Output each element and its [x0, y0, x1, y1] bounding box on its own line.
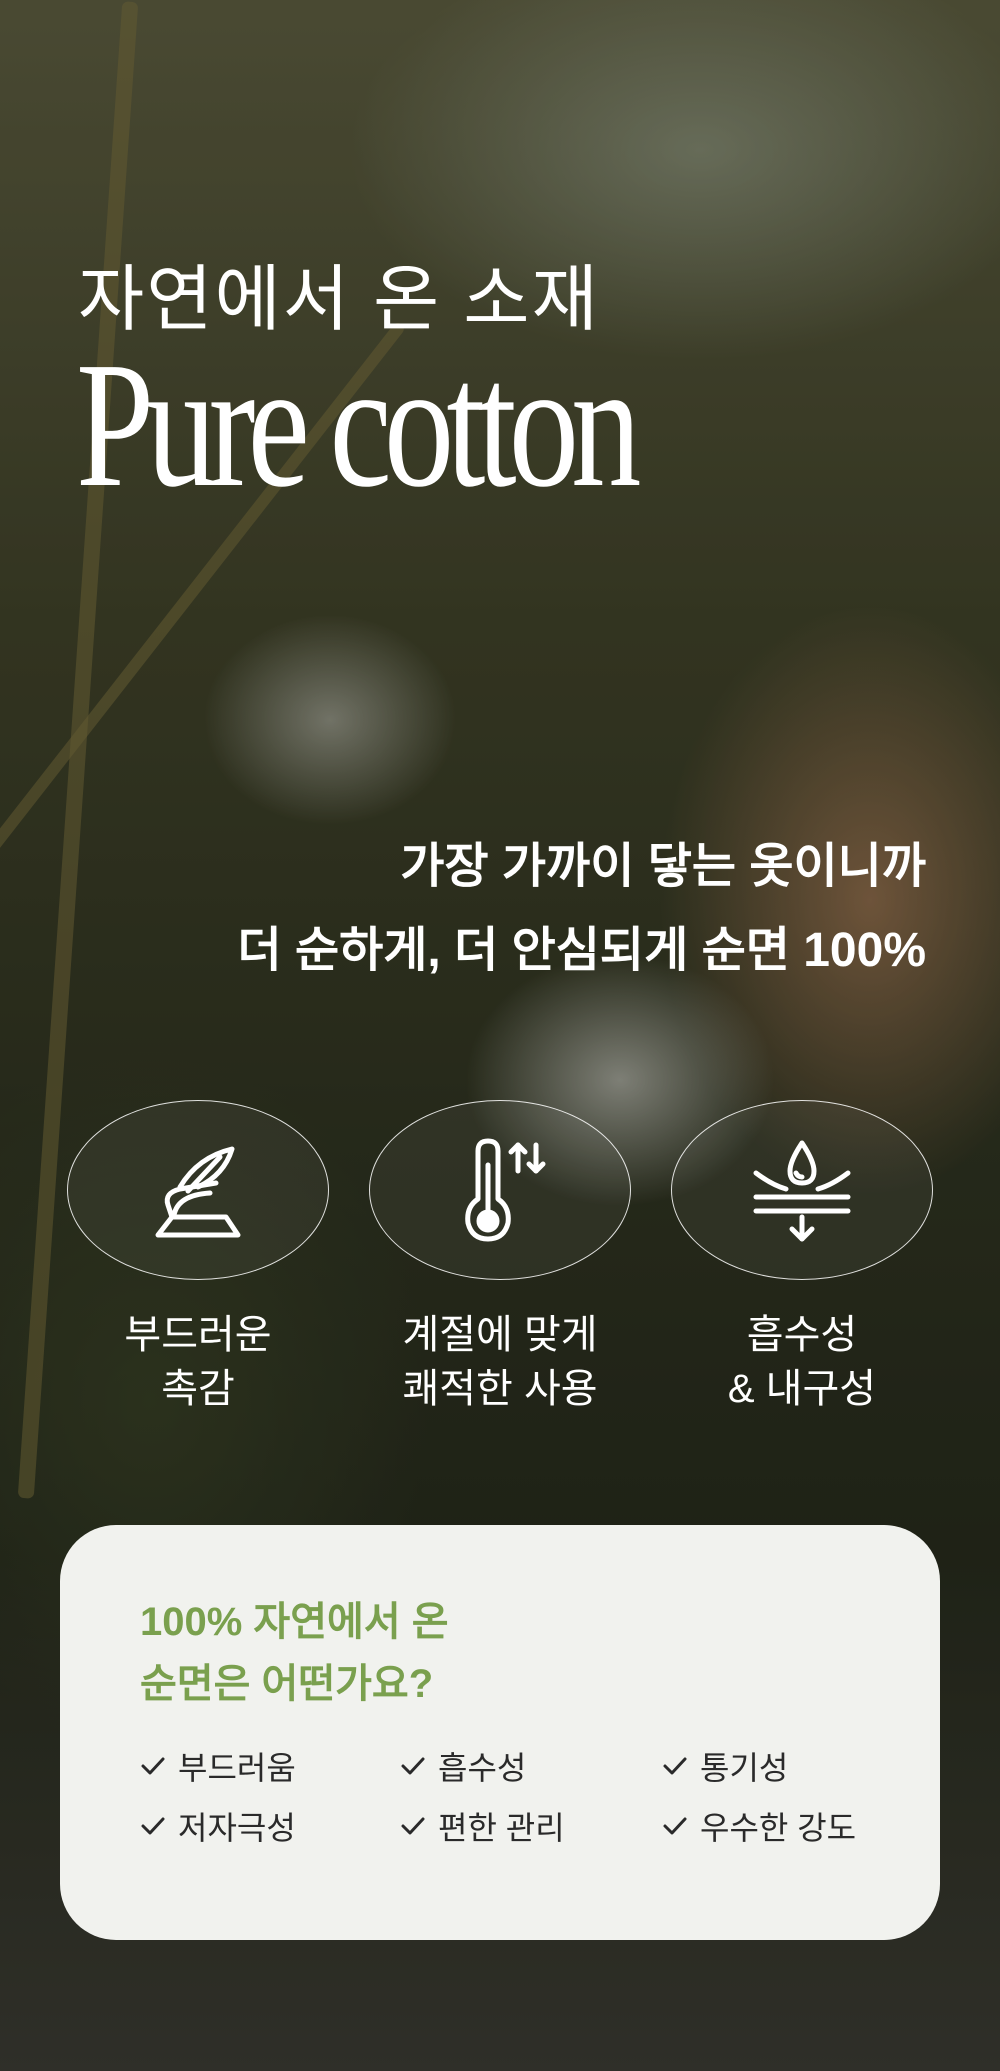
feature-absorbency-durability: 흡수성 & 내구성 [671, 1100, 933, 1416]
feature-label-line2: & 내구성 [727, 1367, 877, 1411]
feature-label-line1: 흡수성 [746, 1313, 858, 1357]
benefit-label: 통기성 [700, 1750, 789, 1786]
benefit-item: 편한 관리 [400, 1803, 565, 1849]
benefit-label: 편한 관리 [438, 1810, 565, 1846]
feature-oval [671, 1100, 933, 1280]
thermometer-icon [465, 1138, 546, 1242]
feather-on-fabric-icon [155, 1146, 241, 1238]
checkmark-icon [401, 1757, 425, 1775]
hero-tagline-line1: 가장 가까이 닿는 옷이니까 [400, 840, 926, 893]
feature-label-line1: 계절에 맞게 [402, 1313, 598, 1357]
feature-softness: 부드러운 촉감 [67, 1100, 329, 1416]
checkmark-icon [663, 1817, 687, 1835]
benefit-label: 저자극성 [178, 1810, 296, 1846]
feature-oval [67, 1100, 329, 1280]
feature-label-line1: 부드러운 [124, 1313, 272, 1357]
checkmark-icon [401, 1817, 425, 1835]
card-title-line2: 순면은 어떤가요? [140, 1662, 434, 1706]
feature-oval [369, 1100, 631, 1280]
feature-label-line2: 쾌적한 사용 [402, 1367, 598, 1411]
benefit-item: 저자극성 [140, 1803, 296, 1849]
benefit-item: 통기성 [662, 1743, 788, 1789]
checkmark-icon [141, 1757, 165, 1775]
hero-tagline-line2: 더 순하게, 더 안심되게 순면 100% [237, 924, 926, 977]
checkmark-icon [663, 1757, 687, 1775]
benefits-card-title: 100% 자연에서 온 순면은 어떤가요? [140, 1591, 449, 1715]
hero-headline: Pure cotton [76, 325, 641, 524]
benefit-item: 흡수성 [400, 1743, 526, 1789]
benefit-label: 부드러움 [178, 1750, 296, 1786]
benefits-card: 100% 자연에서 온 순면은 어떤가요? 부드러움 흡수성 통기성 저자극성 [60, 1525, 940, 1940]
benefit-label: 흡수성 [438, 1750, 527, 1786]
benefit-item: 부드러움 [140, 1743, 296, 1789]
card-title-line1: 100% 자연에서 온 [140, 1600, 449, 1644]
checkmark-icon [141, 1817, 165, 1835]
cotton-promo-page: 자연에서 온 소재 Pure cotton 가장 가까이 닿는 옷이니까 더 순… [0, 0, 1000, 2071]
benefit-item: 우수한 강도 [662, 1803, 856, 1849]
feature-label-line2: 촉감 [161, 1367, 235, 1411]
water-drop-absorb-icon [753, 1140, 851, 1242]
benefit-label: 우수한 강도 [700, 1810, 857, 1846]
feature-seasonal-comfort: 계절에 맞게 쾌적한 사용 [369, 1100, 631, 1416]
